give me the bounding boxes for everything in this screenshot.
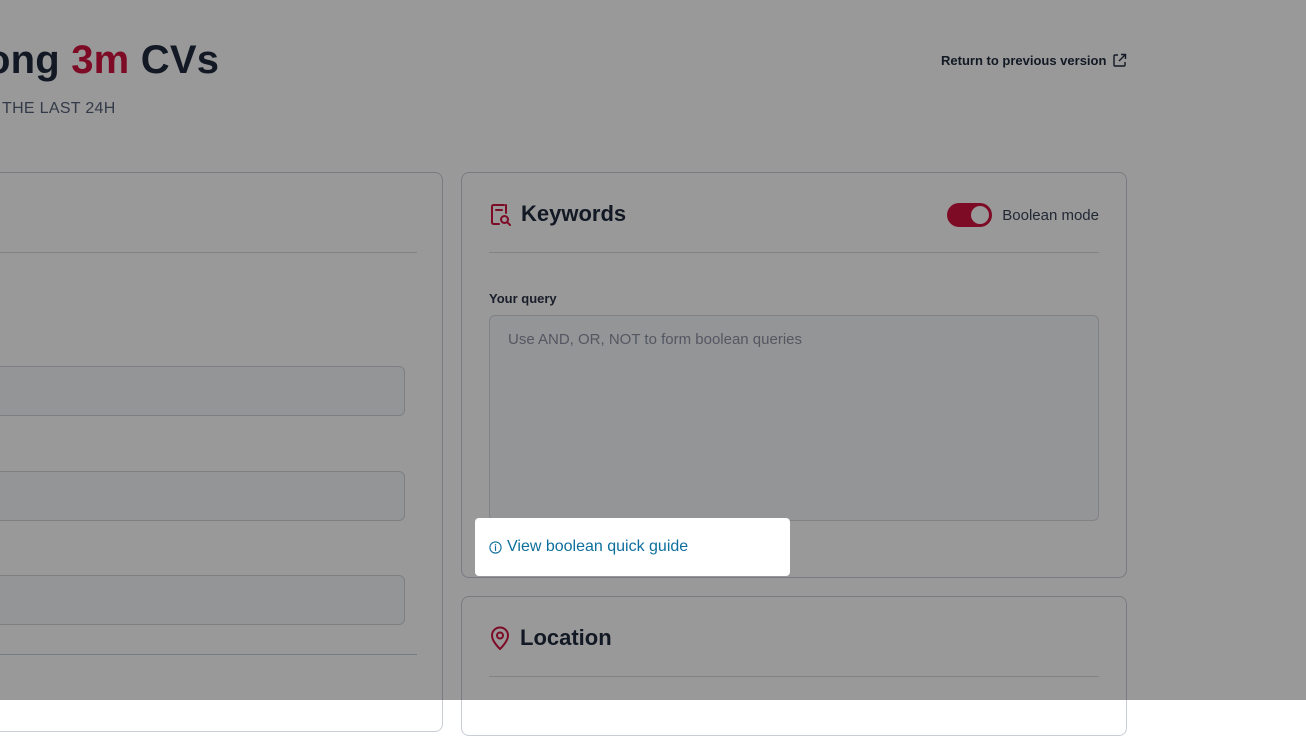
left-filter-card [0, 172, 443, 732]
location-divider [489, 676, 1099, 677]
document-search-icon [491, 203, 511, 226]
query-input[interactable] [489, 315, 1099, 521]
boolean-mode-label: Boolean mode [1002, 206, 1099, 224]
boolean-guide-label: View boolean quick guide [507, 538, 689, 555]
location-title: Location [489, 625, 612, 651]
page-subtitle: THE LAST 24H [2, 100, 116, 117]
map-pin-icon [491, 626, 509, 650]
page: ong 3m CVs THE LAST 24H Return to previo… [0, 0, 1306, 736]
info-circle-icon [489, 540, 502, 554]
left-input-1[interactable] [0, 366, 405, 416]
left-card-divider-bottom [0, 654, 417, 655]
boolean-mode-toggle[interactable] [947, 203, 993, 227]
left-input-2[interactable] [0, 471, 405, 521]
left-card-divider [0, 252, 417, 253]
keywords-divider [489, 252, 1099, 253]
boolean-guide-link[interactable]: View boolean quick guide [489, 538, 688, 556]
return-previous-version-link[interactable]: Return to previous version [941, 53, 1127, 68]
keywords-title: Keywords [489, 201, 626, 227]
keywords-title-label: Keywords [521, 201, 627, 226]
title-suffix: CVs [129, 38, 220, 82]
external-link-icon [1113, 53, 1127, 67]
query-label: Your query [489, 291, 557, 306]
title-prefix: ong [0, 38, 60, 82]
guide-spotlight: View boolean quick guide [475, 518, 790, 576]
title-highlight: 3m [71, 38, 130, 82]
page-title: ong 3m CVs [0, 38, 219, 83]
location-card: Location [461, 596, 1127, 736]
return-link-label: Return to previous version [941, 53, 1107, 68]
boolean-mode-control: Boolean mode [947, 203, 1099, 227]
left-input-3[interactable] [0, 575, 405, 625]
location-title-label: Location [520, 625, 612, 650]
toggle-knob [971, 206, 990, 224]
